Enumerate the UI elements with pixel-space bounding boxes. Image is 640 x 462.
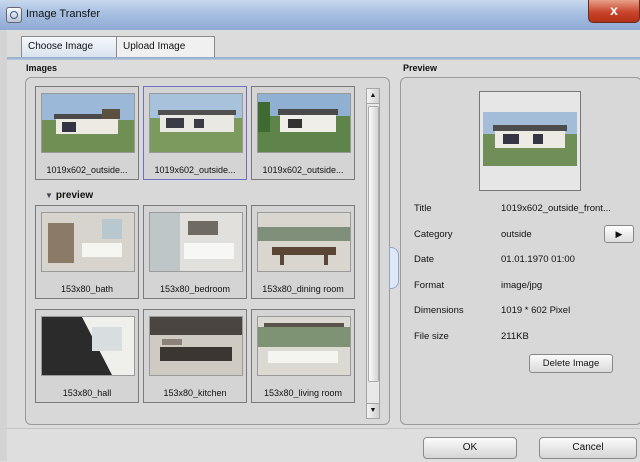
splitter-handle[interactable] (389, 247, 399, 289)
property-label: Category (414, 228, 453, 240)
property-row-file-size: File size 211KB (414, 331, 639, 357)
group-label: preview (55, 190, 94, 201)
property-label: Title (414, 203, 432, 214)
close-button[interactable]: x (588, 0, 640, 23)
hall-image (42, 317, 134, 375)
tab-divider (7, 57, 640, 60)
room-thumbnail (41, 212, 135, 272)
thumbnail-caption: 153x80_bath (60, 284, 114, 294)
property-row-dimensions: Dimensions 1019 * 602 Pixel (414, 305, 639, 331)
thumbnail-card[interactable]: 153x80_kitchen (143, 309, 247, 403)
house-thumbnail (41, 93, 135, 153)
preview-image-frame (479, 91, 581, 191)
dialog-body: Choose Image Upload Image Images Preview (7, 30, 640, 462)
thumbnail-card[interactable]: 153x80_hall (35, 309, 139, 403)
scroll-down-icon[interactable]: ▼ (367, 403, 379, 418)
pane-splitter[interactable] (389, 77, 399, 423)
room-thumbnail (257, 212, 351, 272)
thumbnail-caption: 1019x602_outside... (262, 165, 344, 175)
property-row-category: Category outside ▶ (414, 224, 639, 255)
room-thumbnail (149, 316, 243, 376)
property-value: image/jpg (501, 279, 543, 291)
ok-button[interactable]: OK (423, 437, 517, 459)
thumbnail-caption: 153x80_dining room (262, 284, 344, 294)
property-label: Format (414, 279, 445, 291)
thumbnail-caption: 153x80_kitchen (163, 388, 227, 398)
collapse-arrow-icon: ▼ (45, 191, 53, 200)
thumbnail-card[interactable]: 1019x602_outside... (251, 86, 355, 180)
property-value: 211KB (501, 330, 529, 342)
thumbnail-card-selected[interactable]: 1019x602_outside... (143, 86, 247, 180)
house-image (42, 94, 134, 152)
thumbnail-grid: 1019x602_outside... 1019x602_outside... (33, 84, 361, 418)
thumbnail-card[interactable]: 153x80_living room (251, 309, 355, 403)
images-panel: 1019x602_outside... 1019x602_outside... (25, 77, 390, 425)
cancel-button[interactable]: Cancel (539, 437, 637, 459)
image-properties: Title 1019x602_outside_front... Category… (414, 203, 639, 357)
room-thumbnail (257, 316, 351, 376)
preview-heading: Preview (403, 63, 438, 73)
room-thumbnail (41, 316, 135, 376)
house-thumbnail (149, 93, 243, 153)
house-image (483, 112, 577, 166)
images-scrollbar[interactable]: ▲ ▼ (366, 88, 380, 419)
title-bar[interactable]: Image Transfer x (0, 0, 640, 30)
house-image (258, 94, 350, 152)
property-label: File size (414, 330, 449, 342)
thumbnail-card[interactable]: 153x80_bedroom (143, 205, 247, 299)
property-row-format: Format image/jpg (414, 280, 639, 306)
tab-choose-image[interactable]: Choose Image (21, 36, 119, 58)
play-icon: ▶ (615, 228, 623, 239)
kitchen-image (150, 317, 242, 375)
thumbnail-caption: 153x80_living room (263, 388, 343, 398)
thumbnail-caption: 153x80_hall (62, 388, 112, 398)
scroll-up-icon[interactable]: ▲ (367, 89, 379, 104)
window-title: Image Transfer (26, 8, 100, 20)
group-header-preview[interactable]: ▼ preview (45, 190, 93, 201)
thumbnail-card[interactable]: 1019x602_outside... (35, 86, 139, 180)
property-value: 1019 * 602 Pixel (501, 305, 571, 317)
property-label: Dimensions (414, 305, 464, 317)
thumbnail-caption: 153x80_bedroom (159, 284, 231, 294)
house-thumbnail (257, 93, 351, 153)
delete-image-button[interactable]: Delete Image (529, 354, 613, 373)
images-heading: Images (26, 63, 58, 73)
property-row-date: Date 01.01.1970 01:00 (414, 254, 639, 280)
thumbnail-caption: 1019x602_outside... (46, 165, 128, 175)
close-icon: x (610, 2, 618, 18)
property-label: Date (414, 254, 435, 266)
thumbnail-card[interactable]: 153x80_dining room (251, 205, 355, 299)
house-image (150, 94, 242, 152)
preview-image (483, 112, 577, 166)
window-icon (6, 7, 22, 23)
tab-upload-image[interactable]: Upload Image (116, 36, 215, 57)
living-room-image (258, 317, 350, 375)
thumbnail-caption: 1019x602_outside... (154, 165, 236, 175)
dining-room-image (258, 213, 350, 271)
dialog-footer: OK Cancel (7, 428, 640, 462)
property-value: 1019x602_outside_front... (501, 203, 611, 214)
scrollbar-thumb[interactable] (368, 106, 379, 382)
room-thumbnail (149, 212, 243, 272)
bathroom-image (42, 213, 134, 271)
app-window: Image Transfer x Choose Image Upload Ima… (0, 0, 640, 462)
category-select-button[interactable]: ▶ (604, 224, 634, 243)
preview-panel: Title 1019x602_outside_front... Category… (400, 77, 640, 425)
thumbnail-card[interactable]: 153x80_bath (35, 205, 139, 299)
property-value: 01.01.1970 01:00 (501, 254, 575, 266)
bedroom-image (150, 213, 242, 271)
